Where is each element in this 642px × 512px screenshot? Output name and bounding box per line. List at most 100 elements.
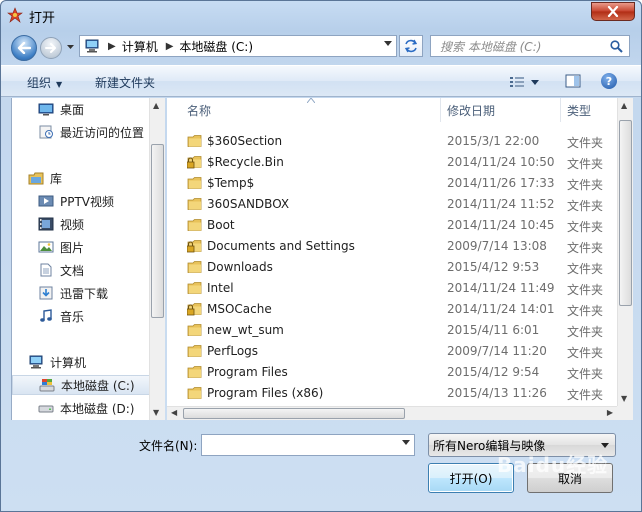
scroll-down-icon[interactable]: ▼ xyxy=(153,408,159,417)
file-list-horizontal-scrollbar[interactable]: ◀ ▶ xyxy=(167,406,617,420)
search-icon[interactable] xyxy=(610,39,623,53)
column-header-name[interactable]: 名称 xyxy=(187,98,211,122)
recent-locations-dropdown[interactable] xyxy=(65,41,75,53)
nav-item-label: 库 xyxy=(50,171,63,186)
nav-item-12[interactable]: 本地磁盘 (D:) xyxy=(12,398,149,418)
breadcrumb-drive-c[interactable]: 本地磁盘 (C:) xyxy=(179,38,253,55)
back-button[interactable] xyxy=(11,35,37,61)
file-type: 文件夹 xyxy=(567,199,604,213)
file-name: $Recycle.Bin xyxy=(207,155,284,169)
file-type: 文件夹 xyxy=(567,157,604,171)
nav-item-6[interactable]: 图片 xyxy=(12,237,149,257)
folder-icon xyxy=(187,177,202,189)
breadcrumb-separator[interactable]: ▶ xyxy=(108,41,116,52)
search-box[interactable]: 搜索 本地磁盘 (C:) xyxy=(430,35,630,57)
file-row[interactable]: Intel 2014/11/24 11:49 文件夹 xyxy=(167,278,617,299)
file-type: 文件夹 xyxy=(567,304,604,318)
file-row[interactable]: $Recycle.Bin 2014/11/24 10:50 文件夹 xyxy=(167,152,617,173)
file-name: Program Files (x86) xyxy=(207,386,324,400)
nav-item-label: 视频 xyxy=(60,217,85,232)
nav-item-10[interactable]: 计算机 xyxy=(12,352,149,372)
column-divider[interactable] xyxy=(440,98,441,122)
file-modified-date: 2009/7/14 13:08 xyxy=(447,239,547,253)
file-row[interactable]: PerfLogs 2009/7/14 11:20 文件夹 xyxy=(167,341,617,362)
column-header-modified[interactable]: 修改日期 xyxy=(447,98,495,122)
nav-item-5[interactable]: 视频 xyxy=(12,214,149,234)
help-icon[interactable]: ? xyxy=(601,73,617,89)
nav-item-label: 桌面 xyxy=(60,102,85,117)
refresh-button[interactable] xyxy=(399,35,423,57)
close-button[interactable] xyxy=(591,2,635,21)
nav-item-4[interactable]: PPTV视频 xyxy=(12,191,149,211)
file-row[interactable]: 360SANDBOX 2014/11/24 11:52 文件夹 xyxy=(167,194,617,215)
library-icon xyxy=(28,172,44,185)
system-drive-icon xyxy=(39,379,55,392)
column-header-type[interactable]: 类型 xyxy=(567,98,591,122)
nav-item-11[interactable]: 本地磁盘 (C:) xyxy=(12,375,149,395)
search-input[interactable]: 搜索 本地磁盘 (C:) xyxy=(440,38,610,55)
file-type: 文件夹 xyxy=(567,220,604,234)
address-bar[interactable]: ▶ 计算机 ▶ 本地磁盘 (C:) xyxy=(79,35,397,57)
navigation-pane: 桌面最近访问的位置库 PPTV视频 视频图片文档迅雷下载音乐计算机本地磁盘 (C:)… xyxy=(11,98,149,420)
nav-item-9[interactable]: 音乐 xyxy=(12,306,149,326)
column-divider[interactable] xyxy=(560,98,561,122)
scroll-thumb[interactable] xyxy=(183,408,405,419)
computer-icon xyxy=(85,39,99,53)
preview-pane-icon[interactable] xyxy=(565,73,581,89)
video-library-icon xyxy=(38,195,54,207)
forward-button[interactable] xyxy=(40,37,62,59)
chevron-down-icon[interactable] xyxy=(384,41,392,46)
view-options-button[interactable] xyxy=(509,73,549,91)
file-name: Intel xyxy=(207,281,234,295)
file-row[interactable]: $360Section 2015/3/1 22:00 文件夹 xyxy=(167,131,617,152)
file-name: Boot xyxy=(207,218,235,232)
scroll-thumb[interactable] xyxy=(151,144,164,318)
breadcrumb-computer[interactable]: 计算机 xyxy=(122,38,158,55)
folder-icon xyxy=(187,219,202,231)
chevron-down-icon[interactable] xyxy=(402,440,410,445)
file-row[interactable]: new_wt_sum 2015/4/11 6:01 文件夹 xyxy=(167,320,617,341)
file-type: 文件夹 xyxy=(567,367,604,381)
file-type: 文件夹 xyxy=(567,325,604,339)
download-library-icon xyxy=(39,286,53,300)
title-bar[interactable]: 打开 xyxy=(1,1,641,31)
file-list-scrollbar[interactable]: ▲ ▼ xyxy=(617,98,633,406)
scroll-right-icon[interactable]: ▶ xyxy=(607,408,613,417)
filename-input[interactable] xyxy=(201,434,415,456)
file-name: PerfLogs xyxy=(207,344,259,358)
file-row[interactable]: Documents and Settings 2009/7/14 13:08 文件夹 xyxy=(167,236,617,257)
scroll-left-icon[interactable]: ◀ xyxy=(171,408,177,417)
nav-item-2[interactable]: 最近访问的位置 xyxy=(12,122,149,142)
file-name: new_wt_sum xyxy=(207,323,284,337)
file-modified-date: 2014/11/24 11:49 xyxy=(447,281,555,295)
file-row[interactable]: Program Files 2015/4/12 9:54 文件夹 xyxy=(167,362,617,383)
file-modified-date: 2015/4/12 9:54 xyxy=(447,365,540,379)
file-row[interactable]: $Temp$ 2014/11/26 17:33 文件夹 xyxy=(167,173,617,194)
sort-ascending-icon xyxy=(307,98,315,103)
breadcrumb-separator[interactable]: ▶ xyxy=(166,41,174,52)
file-row[interactable]: Downloads 2015/4/12 9:53 文件夹 xyxy=(167,257,617,278)
folder-icon xyxy=(187,345,202,357)
nav-item-label: 本地磁盘 (D:) xyxy=(60,401,135,416)
file-row[interactable]: Program Files (x86) 2015/4/13 11:26 文件夹 xyxy=(167,383,617,404)
file-modified-date: 2014/11/24 14:01 xyxy=(447,302,555,316)
scroll-down-icon[interactable]: ▼ xyxy=(621,394,627,403)
nav-item-label: PPTV视频 xyxy=(60,194,115,209)
file-row[interactable]: MSOCache 2014/11/24 14:01 文件夹 xyxy=(167,299,617,320)
folder-icon xyxy=(187,198,202,210)
nav-item-3[interactable]: 库 xyxy=(12,168,149,188)
scroll-thumb[interactable] xyxy=(619,120,632,306)
file-name: MSOCache xyxy=(207,302,272,316)
scroll-up-icon[interactable]: ▲ xyxy=(621,101,627,110)
file-type: 文件夹 xyxy=(567,283,604,297)
nav-item-8[interactable]: 迅雷下载 xyxy=(12,283,149,303)
new-folder-button[interactable]: 新建文件夹 xyxy=(95,74,155,91)
file-type: 文件夹 xyxy=(567,262,604,276)
nav-item-1[interactable]: 桌面 xyxy=(12,99,149,119)
file-row[interactable]: Boot 2014/11/24 10:45 文件夹 xyxy=(167,215,617,236)
scroll-up-icon[interactable]: ▲ xyxy=(153,101,159,110)
navigation-scrollbar[interactable]: ▲ ▼ xyxy=(149,98,165,420)
nav-item-7[interactable]: 文档 xyxy=(12,260,149,280)
recent-places-icon xyxy=(39,125,53,139)
organize-menu[interactable]: 组织 ▼ xyxy=(27,74,62,91)
